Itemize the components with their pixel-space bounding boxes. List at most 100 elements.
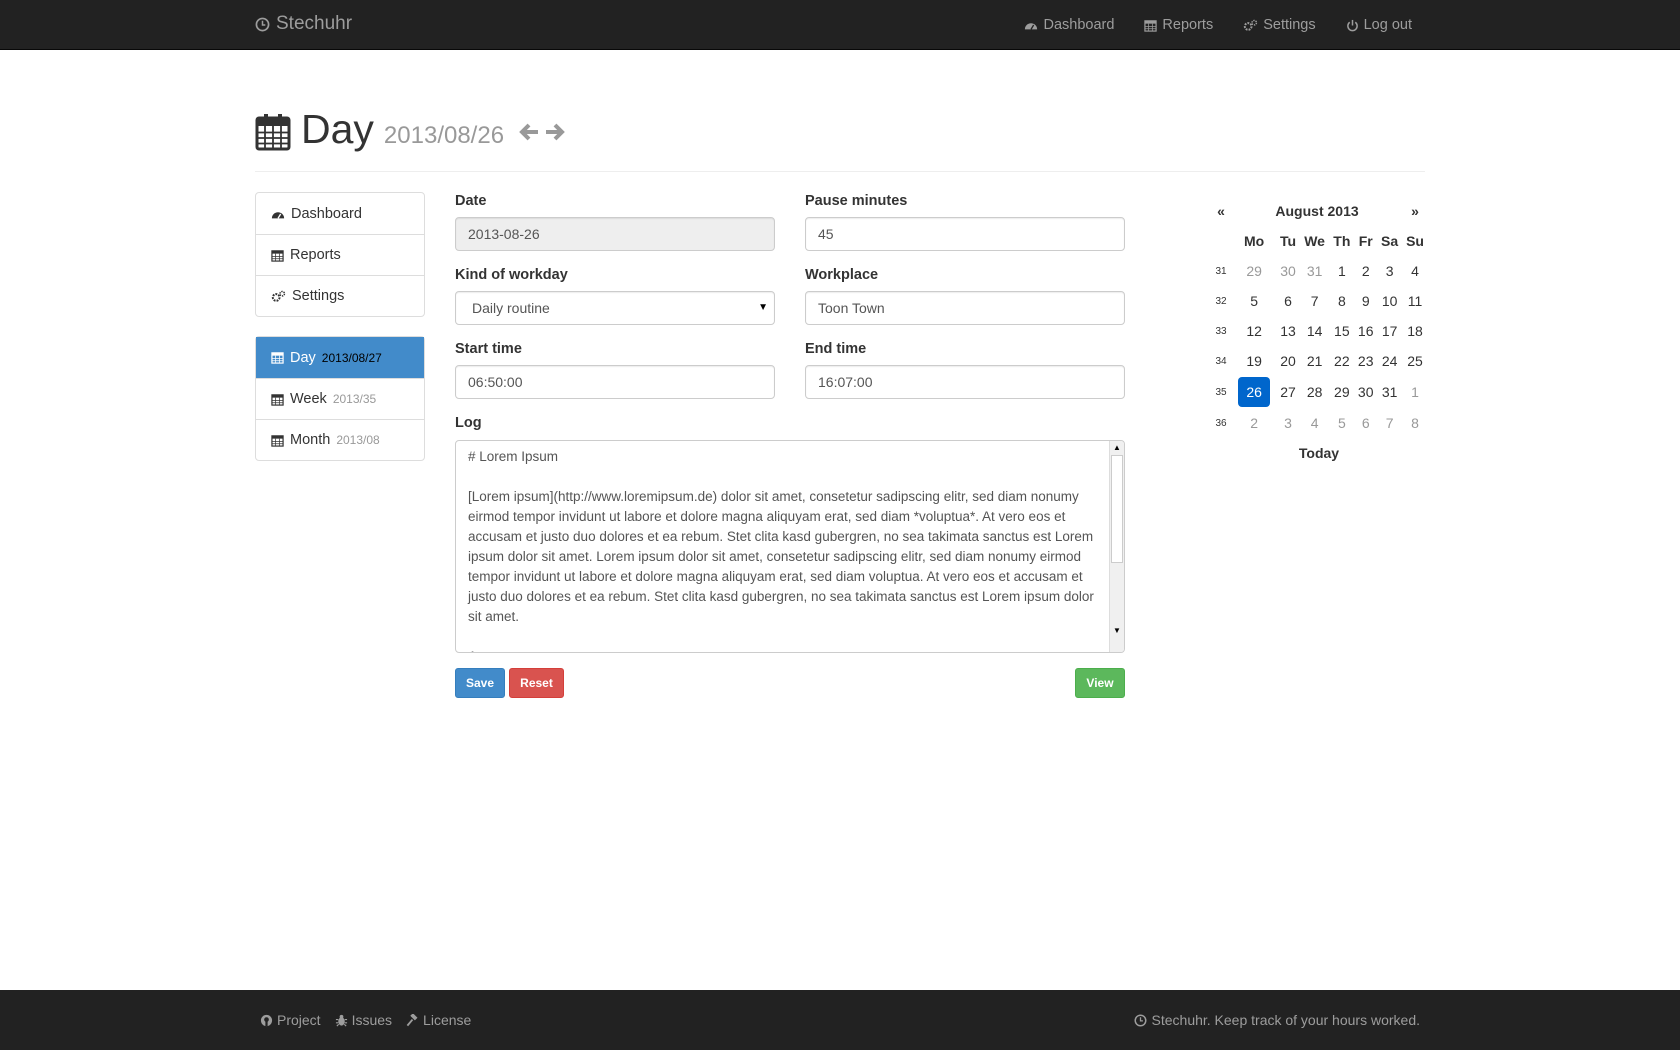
calendar-week-row: 34 19 20 21 22 23 24 25: [1210, 346, 1428, 376]
sidebar-item-reports[interactable]: Reports: [256, 234, 424, 275]
log-scrollbar[interactable]: ▲ ▼: [1109, 441, 1124, 652]
gears-icon: [271, 290, 286, 302]
gears-icon: [1244, 19, 1258, 31]
calendar-month[interactable]: August 2013: [1232, 196, 1402, 226]
calendar-day[interactable]: 7: [1300, 286, 1330, 316]
calendar-day[interactable]: 16: [1354, 316, 1377, 346]
calendar-day-selected[interactable]: 26: [1232, 376, 1276, 408]
calendar-today-button[interactable]: Today: [1210, 438, 1428, 468]
sidebar-item-month[interactable]: Month 2013/08: [256, 419, 424, 460]
brand-link[interactable]: Stechuhr: [255, 13, 352, 35]
calendar-day[interactable]: 30: [1354, 376, 1377, 408]
scroll-up-icon[interactable]: ▲: [1110, 441, 1124, 455]
arrow-left-icon[interactable]: [518, 121, 540, 143]
footer-issues-link[interactable]: Issues: [335, 1012, 392, 1028]
weekday-header: Fr: [1358, 233, 1373, 249]
save-button[interactable]: Save: [455, 668, 505, 698]
footer-project-link[interactable]: Project: [260, 1012, 321, 1028]
calendar-day[interactable]: 1: [1402, 376, 1428, 408]
calendar-day[interactable]: 14: [1300, 316, 1330, 346]
nav-reports[interactable]: Reports: [1144, 17, 1213, 33]
calendar-day[interactable]: 20: [1276, 346, 1300, 376]
calendar-day[interactable]: 17: [1377, 316, 1402, 346]
pause-minutes-field[interactable]: 45: [805, 217, 1125, 251]
calendar-icon: [271, 352, 284, 364]
workplace-field[interactable]: Toon Town: [805, 291, 1125, 325]
top-nav: Dashboard Reports Settings Log out: [1024, 0, 1412, 50]
calendar-week-row: 31 29 30 31 1 2 3 4: [1210, 256, 1428, 286]
scroll-thumb[interactable]: [1111, 455, 1123, 563]
footer-tagline: Stechuhr. Keep track of your hours worke…: [1151, 1012, 1420, 1028]
calendar-day[interactable]: 23: [1354, 346, 1377, 376]
sidebar-item-sub: 2013/08/27: [321, 350, 382, 365]
start-value: 06:50:00: [468, 374, 523, 390]
calendar-day[interactable]: 29: [1232, 256, 1276, 286]
calendar-next[interactable]: »: [1402, 196, 1428, 226]
calendar-day[interactable]: 7: [1377, 408, 1402, 438]
calendar-day[interactable]: 29: [1329, 376, 1354, 408]
calendar-day[interactable]: 3: [1276, 408, 1300, 438]
calendar-day[interactable]: 21: [1300, 346, 1330, 376]
footer: Project Issues License Stechuhr. Keep tr…: [0, 990, 1680, 1050]
reset-button[interactable]: Reset: [509, 668, 564, 698]
calendar-day[interactable]: 5: [1329, 408, 1354, 438]
nav-dashboard[interactable]: Dashboard: [1024, 17, 1114, 33]
nav-settings[interactable]: Settings: [1243, 17, 1316, 33]
page-title: Day: [301, 106, 374, 152]
calendar-day[interactable]: 13: [1276, 316, 1300, 346]
calendar-icon: [255, 113, 291, 150]
calendar-day[interactable]: 11: [1402, 286, 1428, 316]
sidebar-item-week[interactable]: Week 2013/35: [256, 378, 424, 419]
calendar-day[interactable]: 18: [1402, 316, 1428, 346]
nav-reports-label: Reports: [1162, 17, 1214, 33]
calendar-day[interactable]: 2: [1232, 408, 1276, 438]
calendar-day[interactable]: 4: [1300, 408, 1330, 438]
calendar-day[interactable]: 30: [1276, 256, 1300, 286]
calendar-day[interactable]: 3: [1377, 256, 1402, 286]
sidebar-item-label: Month: [290, 432, 331, 448]
end-value: 16:07:00: [818, 374, 873, 390]
nav-logout[interactable]: Log out: [1346, 17, 1412, 33]
kind-of-workday-select[interactable]: Daily routine ▼: [455, 291, 775, 325]
calendar-day[interactable]: 24: [1377, 346, 1402, 376]
calendar-day[interactable]: 22: [1329, 346, 1354, 376]
calendar-day[interactable]: 2: [1354, 256, 1377, 286]
calendar-day[interactable]: 8: [1329, 286, 1354, 316]
end-label: End time: [805, 341, 867, 357]
sidebar-item-sub: 2013/08: [336, 433, 380, 447]
date-field[interactable]: 2013-08-26: [455, 217, 775, 251]
start-time-field[interactable]: 06:50:00: [455, 365, 775, 399]
calendar-day[interactable]: 9: [1354, 286, 1377, 316]
footer-license-link[interactable]: License: [406, 1012, 471, 1028]
calendar-day[interactable]: 8: [1402, 408, 1428, 438]
calendar-day[interactable]: 31: [1377, 376, 1402, 408]
calendar-day[interactable]: 28: [1300, 376, 1330, 408]
view-button[interactable]: View: [1075, 668, 1125, 698]
calendar-day[interactable]: 19: [1232, 346, 1276, 376]
sidebar-views: Day 2013/08/27 Week 2013/35 Month 2013/0…: [255, 336, 425, 461]
calendar-day[interactable]: 5: [1232, 286, 1276, 316]
calendar-day[interactable]: 12: [1232, 316, 1276, 346]
sidebar-item-dashboard[interactable]: Dashboard: [256, 193, 424, 234]
sidebar-item-settings[interactable]: Settings: [256, 275, 424, 316]
arrow-right-icon[interactable]: [544, 121, 566, 143]
page-header: Day 2013/08/26: [255, 106, 1425, 172]
sidebar-item-day[interactable]: Day 2013/08/27: [256, 337, 424, 378]
calendar-day[interactable]: 6: [1354, 408, 1377, 438]
calendar-day[interactable]: 27: [1276, 376, 1300, 408]
scroll-down-icon[interactable]: ▼: [1110, 624, 1124, 638]
calendar-day[interactable]: 15: [1329, 316, 1354, 346]
calendar-day[interactable]: 31: [1300, 256, 1330, 286]
weekday-spacer: [1210, 226, 1232, 256]
calendar-day[interactable]: 10: [1377, 286, 1402, 316]
log-label: Log: [455, 415, 482, 431]
week-number: 32: [1215, 295, 1227, 307]
calendar-prev[interactable]: «: [1210, 196, 1232, 226]
calendar-day[interactable]: 6: [1276, 286, 1300, 316]
calendar-day[interactable]: 25: [1402, 346, 1428, 376]
week-number: 35: [1215, 386, 1227, 398]
end-time-field[interactable]: 16:07:00: [805, 365, 1125, 399]
calendar-day[interactable]: 4: [1402, 256, 1428, 286]
calendar-day[interactable]: 1: [1329, 256, 1354, 286]
log-textarea[interactable]: # Lorem Ipsum [Lorem ipsum](http://www.l…: [455, 440, 1125, 653]
